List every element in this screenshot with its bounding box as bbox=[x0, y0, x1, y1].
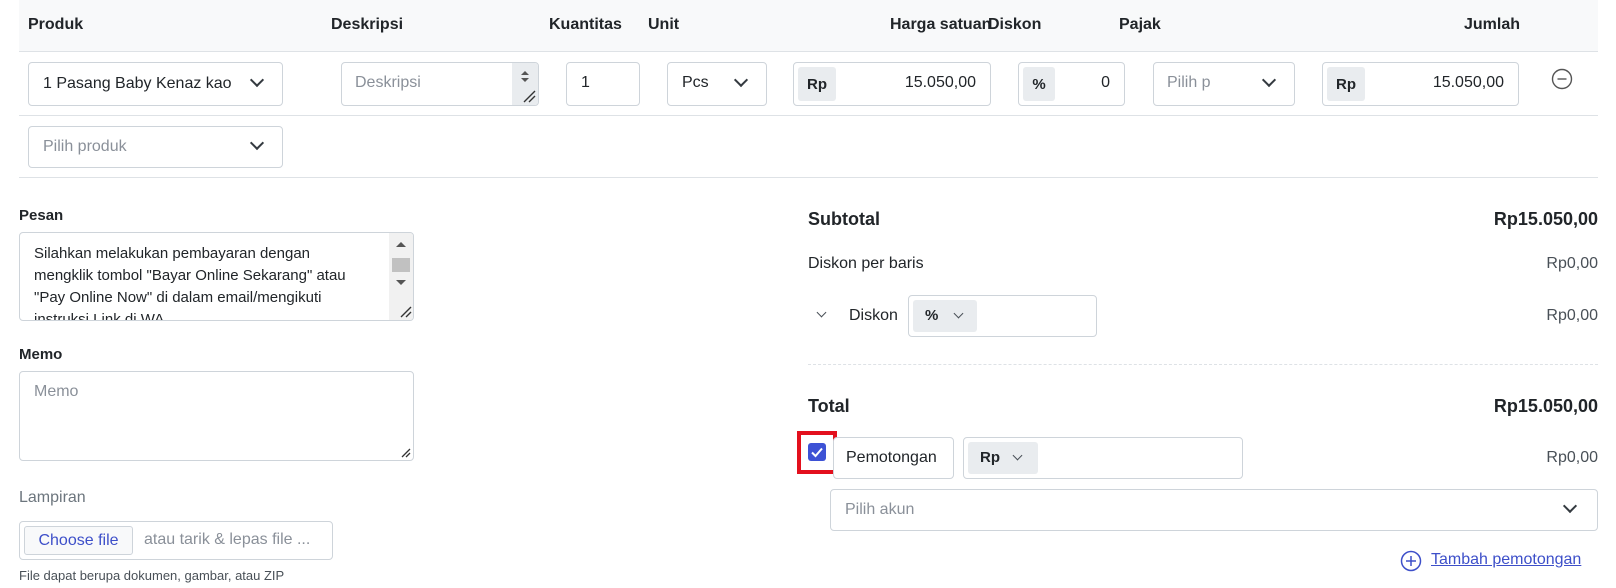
pesan-scrollbar[interactable] bbox=[389, 233, 413, 320]
subtotal-label: Subtotal bbox=[808, 209, 880, 229]
chevron-down-icon bbox=[249, 135, 265, 151]
deduction-label-box: Pemotongan bbox=[833, 437, 954, 479]
discount-input[interactable]: % 0 bbox=[1018, 62, 1125, 106]
lampiran-hint: File dapat berupa dokumen, gambar, atau … bbox=[19, 568, 285, 583]
memo-textarea[interactable]: Memo bbox=[19, 371, 414, 461]
total-value: Rp15.050,00 bbox=[1493, 396, 1598, 416]
deduction-checkbox[interactable] bbox=[808, 443, 826, 461]
new-product-placeholder: Pilih produk bbox=[43, 138, 127, 155]
chevron-down-icon bbox=[953, 308, 964, 319]
discount-value: 0 bbox=[1101, 74, 1110, 91]
chevron-down-icon[interactable] bbox=[816, 307, 827, 318]
chevron-down-icon bbox=[249, 72, 265, 88]
discount-label: Diskon bbox=[849, 307, 898, 324]
unit-price-input[interactable]: Rp 15.050,00 bbox=[793, 62, 991, 106]
account-placeholder: Pilih akun bbox=[845, 501, 915, 518]
quantity-input[interactable]: 1 bbox=[566, 62, 640, 106]
header-jumlah: Jumlah bbox=[1464, 16, 1521, 33]
header-diskon: Diskon bbox=[988, 16, 1042, 33]
deduction-input[interactable]: Rp bbox=[963, 437, 1243, 479]
header-unit: Unit bbox=[648, 16, 680, 33]
line-discount-value: Rp0,00 bbox=[1546, 255, 1598, 272]
summary-divider bbox=[808, 364, 1598, 365]
line-discount-label: Diskon per baris bbox=[808, 255, 924, 272]
deduction-type-select[interactable]: Rp bbox=[968, 442, 1038, 474]
deduction-value: Rp0,00 bbox=[1546, 449, 1598, 466]
table-bottom-divider bbox=[19, 177, 1598, 178]
chevron-down-icon bbox=[1012, 450, 1023, 461]
header-kuantitas: Kuantitas bbox=[549, 16, 622, 33]
memo-label: Memo bbox=[19, 346, 63, 363]
unit-value: Pcs bbox=[682, 74, 709, 91]
pesan-label: Pesan bbox=[19, 207, 64, 224]
price-prefix: Rp bbox=[798, 67, 836, 101]
pesan-textarea[interactable]: Silahkan melakukan pembayaran dengan men… bbox=[19, 232, 414, 321]
add-deduction-link[interactable]: Tambah pemotongan bbox=[1431, 551, 1581, 569]
account-select[interactable]: Pilih akun bbox=[830, 489, 1598, 531]
description-textarea[interactable]: Deskripsi bbox=[341, 62, 539, 106]
header-harga: Harga satuan bbox=[890, 16, 992, 33]
product-select-value: 1 Pasang Baby Kenaz kao bbox=[43, 75, 232, 92]
new-product-select[interactable]: Pilih produk bbox=[28, 126, 283, 168]
dropzone-text: atau tarik & lepas file ... bbox=[144, 531, 311, 548]
row-divider bbox=[19, 115, 1598, 116]
line-total-input[interactable]: Rp 15.050,00 bbox=[1322, 62, 1519, 106]
lampiran-label: Lampiran bbox=[19, 489, 86, 506]
chevron-down-icon bbox=[1261, 72, 1277, 88]
description-placeholder: Deskripsi bbox=[355, 74, 421, 91]
add-circle-icon[interactable] bbox=[1400, 550, 1422, 572]
resize-grip-icon[interactable] bbox=[401, 448, 411, 458]
spinner-icon[interactable] bbox=[512, 63, 538, 105]
check-icon bbox=[811, 447, 823, 458]
remove-row-icon[interactable] bbox=[1551, 68, 1573, 90]
deduction-type-value: Rp bbox=[980, 449, 1000, 466]
header-pajak: Pajak bbox=[1119, 16, 1161, 33]
chevron-down-icon bbox=[733, 72, 749, 88]
header-produk: Produk bbox=[28, 16, 84, 33]
unit-select[interactable]: Pcs bbox=[667, 62, 767, 106]
memo-placeholder: Memo bbox=[34, 383, 79, 400]
pesan-text: Silahkan melakukan pembayaran dengan men… bbox=[34, 245, 346, 321]
line-total-value: 15.050,00 bbox=[1432, 74, 1504, 91]
file-upload[interactable]: Choose file atau tarik & lepas file ... bbox=[19, 521, 333, 560]
deduction-label: Pemotongan bbox=[846, 449, 937, 466]
header-deskripsi: Deskripsi bbox=[331, 16, 404, 33]
quantity-value: 1 bbox=[581, 74, 590, 91]
discount-total-input[interactable]: % bbox=[908, 295, 1097, 337]
total-prefix: Rp bbox=[1327, 67, 1365, 101]
discount-type-select[interactable]: % bbox=[913, 300, 977, 332]
choose-file-button[interactable]: Choose file bbox=[24, 526, 133, 555]
subtotal-value: Rp15.050,00 bbox=[1493, 209, 1598, 229]
product-select[interactable]: 1 Pasang Baby Kenaz kao bbox=[28, 62, 283, 106]
discount-prefix: % bbox=[1023, 67, 1055, 101]
chevron-down-icon bbox=[1562, 498, 1578, 514]
discount-total-value: Rp0,00 bbox=[1546, 307, 1598, 324]
tax-placeholder: Pilih p bbox=[1167, 74, 1211, 91]
tax-select[interactable]: Pilih p bbox=[1153, 62, 1295, 106]
unit-price-value: 15.050,00 bbox=[904, 74, 976, 91]
table-header: Produk Deskripsi Kuantitas Unit Harga sa… bbox=[19, 0, 1598, 52]
total-label: Total bbox=[808, 396, 850, 416]
discount-type-value: % bbox=[925, 307, 939, 324]
